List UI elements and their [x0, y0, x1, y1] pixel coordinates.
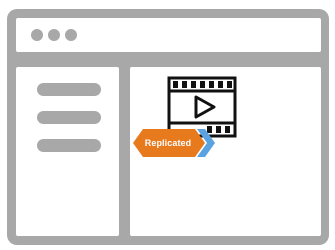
window-control-dot[interactable] [65, 29, 77, 41]
sidebar-item[interactable] [37, 83, 101, 96]
window-control-dot[interactable] [48, 29, 60, 41]
sidebar-item[interactable] [37, 111, 101, 124]
sidebar [16, 67, 119, 236]
badge-label: Replicated [144, 138, 192, 148]
sidebar-item[interactable] [37, 139, 101, 152]
title-bar [16, 18, 321, 52]
window-control-dot[interactable] [31, 29, 43, 41]
